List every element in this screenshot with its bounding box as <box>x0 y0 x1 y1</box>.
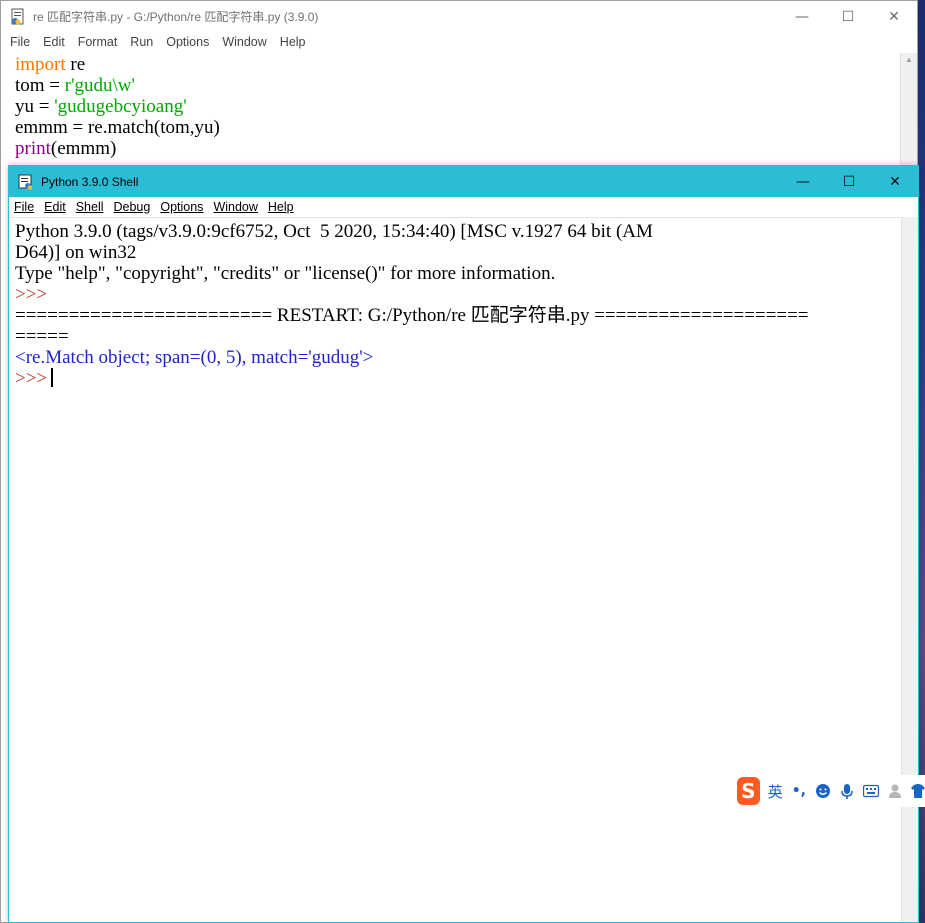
shell-window: Python 3.9.0 Shell — ☐ ✕ File Edit Shell… <box>8 165 919 923</box>
python-shell-icon <box>17 173 35 191</box>
menu-window[interactable]: Window <box>213 200 257 214</box>
banner-line: Python 3.9.0 (tags/v3.9.0:9cf6752, Oct 5… <box>15 221 653 242</box>
ime-punctuation-toggle[interactable]: •, <box>792 783 806 799</box>
menu-run[interactable]: Run <box>130 35 153 49</box>
input-line[interactable]: >>> <box>15 368 900 389</box>
string-literal: r'gudu\w' <box>64 75 135 96</box>
shell-menubar: File Edit Shell Debug Options Window Hel… <box>9 197 918 216</box>
minimize-button[interactable]: — <box>780 166 826 197</box>
editor-titlebar[interactable]: re 匹配字符串.py - G:/Python/re 匹配字符串.py (3.9… <box>1 1 917 32</box>
match-output: <re.Match object; span=(0, 5), match='gu… <box>15 347 374 368</box>
restart-line: ======================== RESTART: G:/Pyt… <box>15 305 809 326</box>
menu-options[interactable]: Options <box>166 35 209 49</box>
code-line: import re <box>15 54 897 75</box>
maximize-button[interactable]: ☐ <box>825 1 871 32</box>
minimize-button[interactable]: — <box>779 1 825 32</box>
scroll-up-icon[interactable]: ▲ <box>905 55 913 64</box>
sogou-logo-icon[interactable]: S <box>737 777 760 805</box>
keyboard-icon[interactable] <box>863 784 879 798</box>
menu-help[interactable]: Help <box>280 35 306 49</box>
shell-prompt: >>> <box>15 368 48 389</box>
code-text: tom = <box>15 75 65 96</box>
banner-line: D64)] on win32 <box>15 242 137 263</box>
shell-title: Python 3.9.0 Shell <box>41 174 139 189</box>
menu-help[interactable]: Help <box>268 200 294 214</box>
banner-line: Type "help", "copyright", "credits" or "… <box>15 263 556 284</box>
text-cursor <box>51 368 54 387</box>
shirt-icon[interactable] <box>911 783 925 799</box>
close-icon: ✕ <box>889 173 901 190</box>
code-line: print(emmm) <box>15 138 897 159</box>
menu-shell[interactable]: Shell <box>76 200 104 214</box>
string-literal: 'gudugebcyioang' <box>54 96 187 117</box>
editor-menubar: File Edit Format Run Options Window Help <box>1 32 917 51</box>
code-text: yu = <box>15 96 55 117</box>
close-button[interactable]: ✕ <box>871 1 917 32</box>
keyword: import <box>15 54 66 75</box>
menu-edit[interactable]: Edit <box>44 200 66 214</box>
builtin: print <box>15 138 51 159</box>
menu-edit[interactable]: Edit <box>43 35 65 49</box>
emoji-icon[interactable] <box>815 783 831 799</box>
menu-debug[interactable]: Debug <box>114 200 151 214</box>
maximize-button[interactable]: ☐ <box>826 166 872 197</box>
menu-format[interactable]: Format <box>78 35 118 49</box>
code-text: (emmm) <box>50 138 117 159</box>
shell-titlebar[interactable]: Python 3.9.0 Shell — ☐ ✕ <box>9 166 918 197</box>
maximize-icon: ☐ <box>842 173 856 190</box>
menu-file[interactable]: File <box>10 35 30 49</box>
ime-toolbar: S 英 •, <box>734 775 925 807</box>
editor-title: re 匹配字符串.py - G:/Python/re 匹配字符串.py (3.9… <box>33 10 319 24</box>
minimize-icon: — <box>796 173 810 190</box>
restart-line: ===== <box>15 326 69 347</box>
user-icon[interactable] <box>888 783 902 799</box>
ime-language-toggle[interactable]: 英 <box>768 781 783 802</box>
code-editor[interactable]: import re tom = r'gudu\w' yu = 'gudugebc… <box>15 54 897 159</box>
code-text: emmm = re.match(tom,yu) <box>15 117 220 138</box>
minimize-icon: — <box>795 8 809 25</box>
menu-options[interactable]: Options <box>160 200 203 214</box>
idle-file-icon <box>9 8 27 26</box>
code-line: emmm = re.match(tom,yu) <box>15 117 897 138</box>
menu-file[interactable]: File <box>14 200 34 214</box>
close-icon: ✕ <box>888 8 900 25</box>
microphone-icon[interactable] <box>840 783 854 800</box>
maximize-icon: ☐ <box>841 8 855 25</box>
close-button[interactable]: ✕ <box>872 166 918 197</box>
shell-prompt: >>> <box>15 284 48 305</box>
shell-output-area[interactable]: Python 3.9.0 (tags/v3.9.0:9cf6752, Oct 5… <box>10 217 900 922</box>
shell-scrollbar[interactable] <box>901 217 918 922</box>
code-line: yu = 'gudugebcyioang' <box>15 96 897 117</box>
code-text: re <box>65 54 86 75</box>
code-line: tom = r'gudu\w' <box>15 75 897 96</box>
menu-window[interactable]: Window <box>222 35 266 49</box>
